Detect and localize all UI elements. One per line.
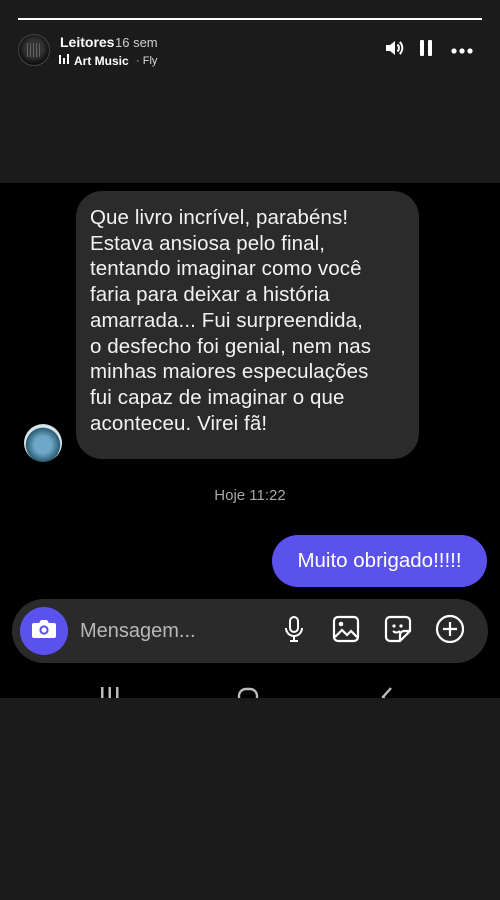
received-message-line: minhas maiores especulações (90, 360, 369, 384)
story-progress-bar (18, 18, 482, 20)
recent-apps-icon (100, 687, 120, 698)
camera-icon (31, 618, 57, 645)
sticker-icon (384, 615, 412, 648)
story-avatar[interactable] (18, 34, 50, 66)
received-message-bubble: Que livro incrível, parabéns! Estava ansi… (76, 191, 419, 459)
received-message-line: faria para deixar a história (90, 283, 330, 307)
story-time: 16 sem (115, 35, 158, 50)
plus-circle-icon (435, 614, 465, 649)
message-timestamp: Hoje 11:22 (214, 487, 286, 504)
gallery-icon (332, 615, 360, 648)
music-artist[interactable]: · Fly (136, 55, 157, 67)
story-progress-fill (18, 18, 482, 20)
volume-button[interactable] (382, 38, 406, 62)
camera-button[interactable] (20, 607, 68, 655)
mic-button[interactable] (278, 615, 310, 647)
received-message-line: fui capaz de imaginar o que (90, 385, 345, 409)
sticker-button[interactable] (382, 615, 414, 647)
gallery-button[interactable] (330, 615, 362, 647)
received-message-line: o desfecho foi genial, nem nas (90, 334, 372, 358)
more-icon (451, 41, 473, 59)
system-nav-bar (0, 679, 500, 698)
music-title[interactable]: Art Music (74, 54, 129, 68)
message-composer (12, 599, 488, 663)
story-header: Leitores 16 sem Art Music · Fly (0, 28, 500, 78)
music-bars-icon (59, 54, 70, 67)
message-input[interactable] (80, 615, 270, 647)
received-message-line: Estava ansiosa pelo final, (90, 231, 326, 255)
more-button[interactable] (450, 38, 474, 62)
pause-button[interactable] (414, 38, 438, 62)
chat-screenshot: Que livro incrível, parabéns! Estava ansi… (0, 183, 500, 698)
volume-icon (384, 38, 404, 63)
sent-message-bubble: Muito obrigado!!!!! (272, 535, 487, 587)
received-message-line: aconteceu. Virei fã! (90, 411, 268, 435)
story-username[interactable]: Leitores (60, 34, 114, 50)
mic-icon (283, 615, 305, 648)
home-icon (237, 687, 259, 698)
received-message-line: amarrada... Fui surpreendida, (90, 308, 363, 332)
received-message-line: Que livro incrível, parabéns! (90, 206, 349, 229)
received-message-line: tentando imaginar como você (90, 257, 362, 281)
sender-avatar (24, 424, 62, 462)
pause-icon (418, 39, 434, 62)
back-icon (380, 687, 394, 698)
plus-button[interactable] (434, 614, 466, 649)
